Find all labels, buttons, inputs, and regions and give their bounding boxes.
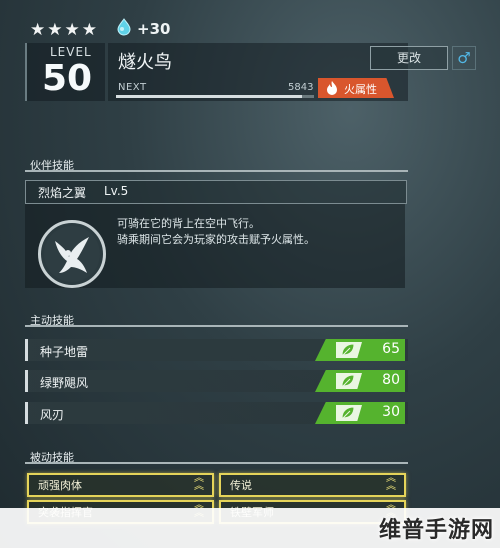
active-skill-name: 种子地雷 — [40, 345, 89, 359]
pal-name: 燧火鸟 — [118, 52, 172, 73]
gem-count: +30 — [137, 20, 171, 38]
rank-chevrons-icon: ︽︽ — [386, 473, 396, 492]
fire-icon — [327, 81, 337, 95]
rank-chevrons-icon: ︽︽ — [194, 473, 204, 492]
exp-bar-fill — [116, 95, 302, 98]
passive-skill-name: 顽强肉体 — [38, 479, 82, 492]
leaf-icon — [341, 374, 355, 387]
partner-skill-name: 烈焰之翼 — [38, 186, 87, 200]
active-skills-divider — [25, 325, 408, 327]
active-skill-name: 绿野飓风 — [40, 376, 89, 390]
active-skill-name: 风刃 — [40, 408, 65, 422]
skill-power: 30 — [382, 404, 400, 420]
bird-emblem-icon — [38, 220, 106, 288]
partner-skill-desc-line1: 可骑在它的背上在空中飞行。 — [117, 217, 260, 230]
level-label: LEVEL — [50, 45, 92, 59]
partner-skill-description: 可骑在它的背上在空中飞行。 骑乘期间它会为玩家的攻击赋予火属性。 — [117, 216, 397, 248]
partner-skill-divider — [25, 170, 408, 172]
passive-skills-divider — [25, 462, 408, 464]
partner-skill-desc-line2: 骑乘期间它会为玩家的攻击赋予火属性。 — [117, 233, 315, 246]
partner-skill-level: Lv.5 — [104, 184, 129, 198]
rarity-stars: ★★★★ — [30, 20, 99, 40]
leaf-icon — [341, 406, 355, 419]
passive-skill-name: 传说 — [230, 479, 252, 492]
male-gender-icon: ♂ — [452, 46, 476, 70]
watermark: 维普手游网 — [378, 518, 494, 543]
level-value: 50 — [42, 58, 93, 99]
gem-icon — [117, 18, 131, 36]
skill-power: 80 — [382, 372, 400, 388]
next-exp-value: 5843 — [288, 82, 314, 93]
skill-power: 65 — [382, 341, 400, 357]
next-exp-label: NEXT — [118, 82, 147, 93]
element-label: 火属性 — [344, 83, 377, 96]
leaf-icon — [341, 343, 355, 356]
rename-button[interactable]: 更改 — [370, 46, 448, 70]
